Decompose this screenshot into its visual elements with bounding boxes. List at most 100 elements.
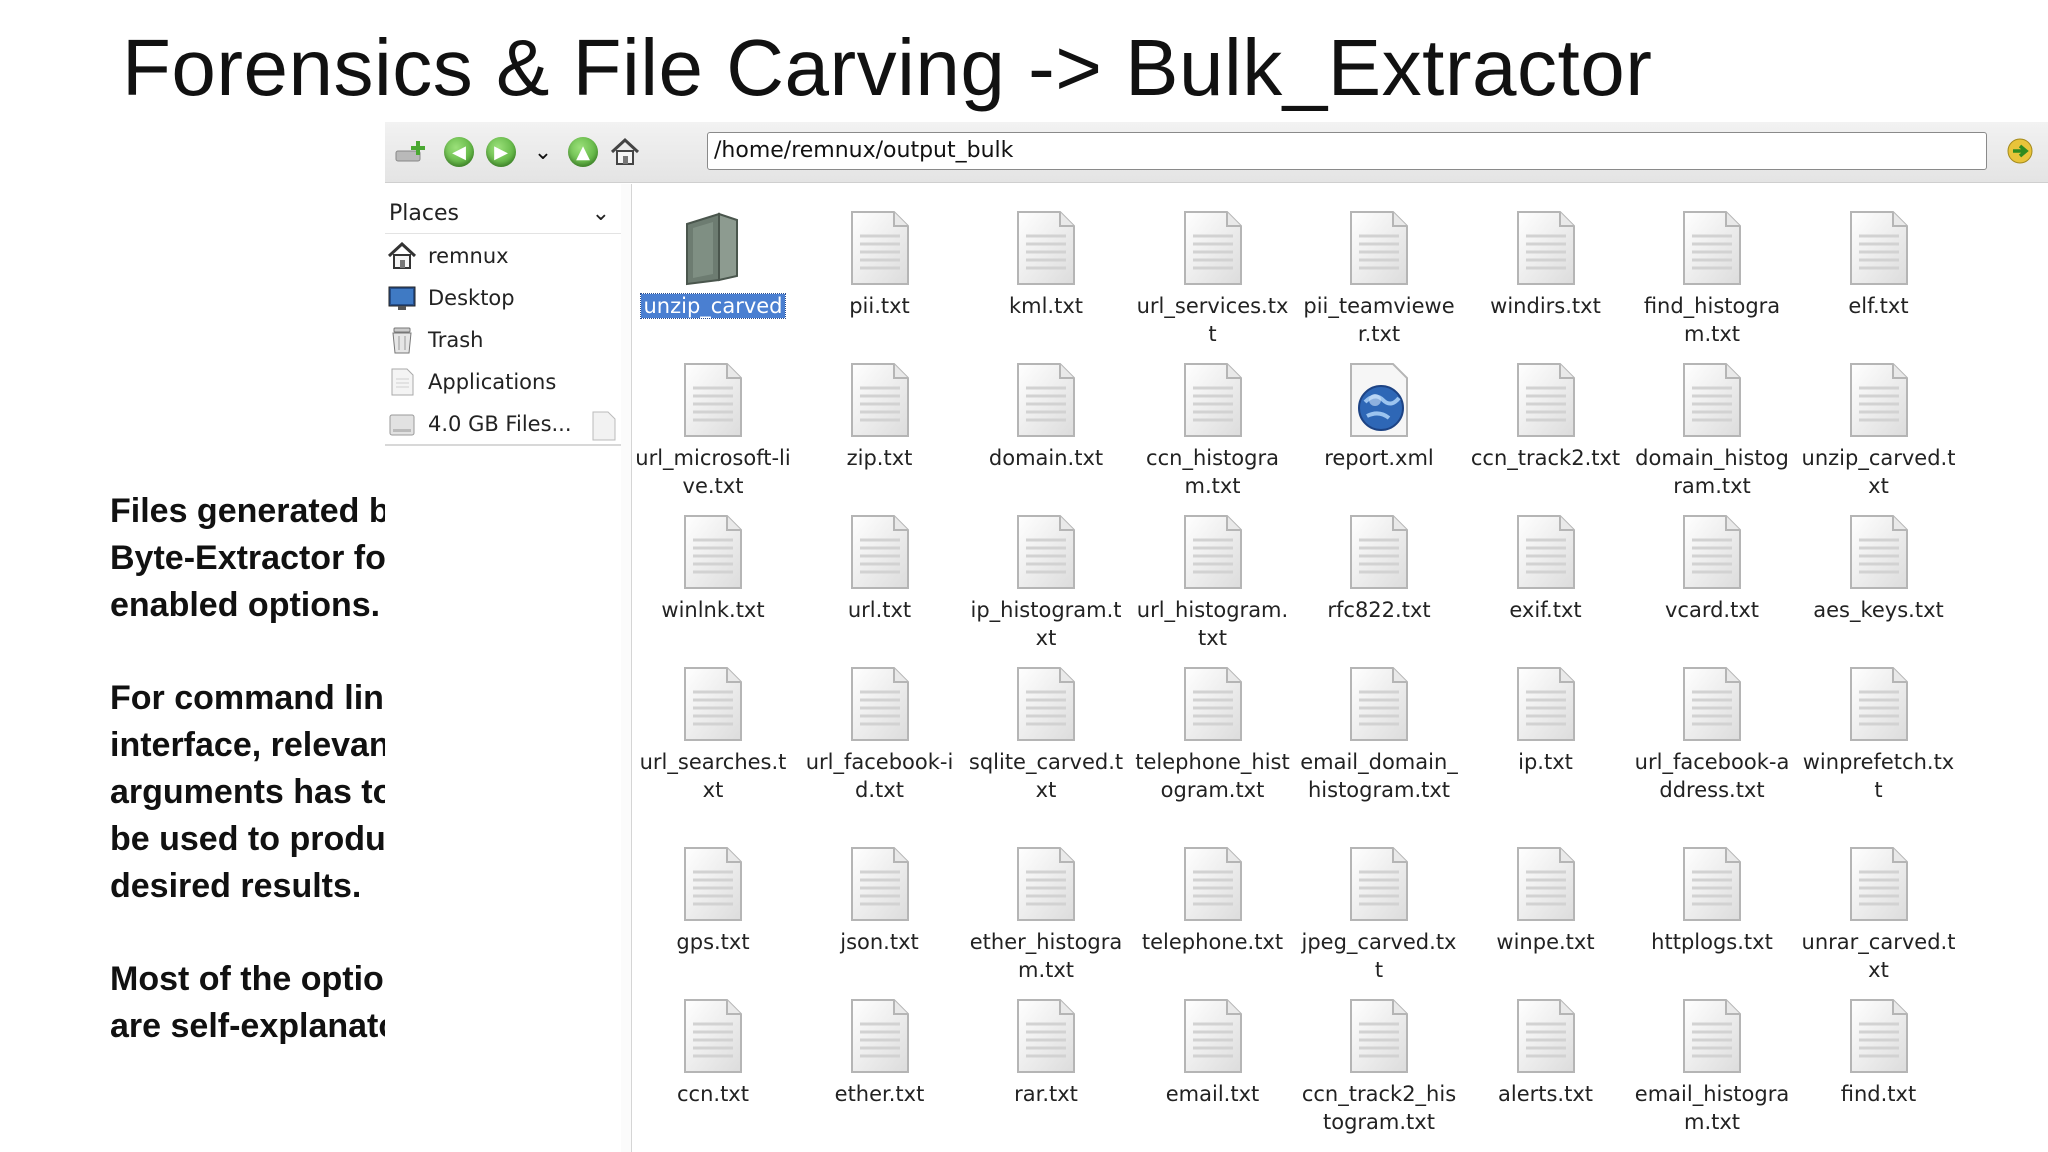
forward-icon[interactable]: ▶ xyxy=(483,134,519,170)
text-file-icon xyxy=(1849,846,1909,922)
file-item[interactable]: ip.txt xyxy=(1465,666,1627,776)
text-file-icon xyxy=(1516,998,1576,1074)
file-name: domain.txt xyxy=(988,446,1104,470)
folder-item[interactable]: unzip_carved xyxy=(632,210,794,320)
text-file-icon xyxy=(1516,210,1576,286)
file-item[interactable]: aes_keys.txt xyxy=(1798,514,1960,624)
file-name: url_searches.txt xyxy=(639,750,787,802)
text-file-icon xyxy=(683,846,743,922)
text-file-icon xyxy=(1849,666,1909,742)
file-item[interactable]: url_services.txt xyxy=(1132,210,1294,348)
file-name: ccn.txt xyxy=(677,1082,749,1106)
text-file-icon xyxy=(1349,210,1409,286)
file-name: httplogs.txt xyxy=(1651,930,1773,954)
text-file-icon xyxy=(850,514,910,590)
file-item[interactable]: domain_histogram.txt xyxy=(1631,362,1793,500)
file-item[interactable]: ether.txt xyxy=(799,998,961,1108)
sidebar-item-applications[interactable]: Applications xyxy=(385,362,622,402)
text-file-icon xyxy=(850,210,910,286)
file-item[interactable]: winpe.txt xyxy=(1465,846,1627,956)
sidebar-item-label: remnux xyxy=(428,244,509,268)
file-name: pii_teamviewer.txt xyxy=(1303,294,1455,346)
file-manager-window: ◀ ▶ ⌄ ▲ /home/remnux/output_bulk Places … xyxy=(385,122,2048,1152)
file-item[interactable]: kml.txt xyxy=(965,210,1127,320)
places-header[interactable]: Places ⌄ xyxy=(385,194,622,234)
file-item[interactable]: elf.txt xyxy=(1798,210,1960,320)
text-file-icon xyxy=(1183,998,1243,1074)
text-file-icon xyxy=(850,998,910,1074)
file-name: telephone.txt xyxy=(1141,930,1284,954)
go-icon[interactable] xyxy=(2005,136,2035,166)
file-item[interactable]: ccn_histogram.txt xyxy=(1132,362,1294,500)
file-item[interactable]: url_histogram.txt xyxy=(1132,514,1294,652)
sidebar-item-trash[interactable]: Trash xyxy=(385,320,622,360)
file-item[interactable]: telephone.txt xyxy=(1132,846,1294,956)
file-name: winpe.txt xyxy=(1496,930,1595,954)
file-item[interactable]: exif.txt xyxy=(1465,514,1627,624)
file-item[interactable]: pii_teamviewer.txt xyxy=(1298,210,1460,348)
history-dropdown-icon[interactable]: ⌄ xyxy=(525,134,561,170)
sidebar-item-desktop[interactable]: Desktop xyxy=(385,278,622,318)
file-item[interactable]: sqlite_carved.txt xyxy=(965,666,1127,804)
sidebar-item-drive[interactable]: 4.0 GB Files... xyxy=(385,404,622,444)
file-item[interactable]: find.txt xyxy=(1798,998,1960,1108)
file-item[interactable]: rfc822.txt xyxy=(1298,514,1460,624)
file-item[interactable]: rar.txt xyxy=(965,998,1127,1108)
sidebar-item-label: Desktop xyxy=(428,286,515,310)
file-item[interactable]: unzip_carved.txt xyxy=(1798,362,1960,500)
file-item[interactable]: domain.txt xyxy=(965,362,1127,472)
file-name: zip.txt xyxy=(846,446,913,470)
file-item[interactable]: zip.txt xyxy=(799,362,961,472)
file-item[interactable]: json.txt xyxy=(799,846,961,956)
file-item[interactable]: email.txt xyxy=(1132,998,1294,1108)
file-item[interactable]: email_domain_histogram.txt xyxy=(1298,666,1460,804)
file-item[interactable]: ccn.txt xyxy=(632,998,794,1108)
chevron-down-icon[interactable]: ⌄ xyxy=(592,194,610,234)
file-item[interactable]: url_microsoft-live.txt xyxy=(632,362,794,500)
eject-icon[interactable] xyxy=(590,410,618,442)
file-item[interactable]: httplogs.txt xyxy=(1631,846,1793,956)
file-item[interactable]: jpeg_carved.txt xyxy=(1298,846,1460,984)
file-item[interactable]: ether_histogram.txt xyxy=(965,846,1127,984)
text-file-icon xyxy=(1016,666,1076,742)
up-icon[interactable]: ▲ xyxy=(565,134,601,170)
text-file-icon xyxy=(1682,666,1742,742)
file-item[interactable]: url.txt xyxy=(799,514,961,624)
file-item[interactable]: gps.txt xyxy=(632,846,794,956)
file-item[interactable]: unrar_carved.txt xyxy=(1798,846,1960,984)
file-name: email_domain_histogram.txt xyxy=(1300,750,1458,802)
file-item[interactable]: email_histogram.txt xyxy=(1631,998,1793,1136)
file-item[interactable]: report.xml xyxy=(1298,362,1460,472)
file-item[interactable]: pii.txt xyxy=(799,210,961,320)
back-icon[interactable]: ◀ xyxy=(441,134,477,170)
sidebar-item-remnux[interactable]: remnux xyxy=(385,236,622,276)
text-file-icon xyxy=(1516,514,1576,590)
file-name: ccn_track2.txt xyxy=(1470,446,1621,470)
file-item[interactable]: vcard.txt xyxy=(1631,514,1793,624)
text-file-icon xyxy=(1183,514,1243,590)
file-item[interactable]: ccn_track2.txt xyxy=(1465,362,1627,472)
file-name: report.xml xyxy=(1324,446,1434,470)
text-file-icon xyxy=(1349,666,1409,742)
new-tab-icon[interactable] xyxy=(393,134,429,170)
file-item[interactable]: ccn_track2_histogram.txt xyxy=(1298,998,1460,1136)
file-item[interactable]: telephone_histogram.txt xyxy=(1132,666,1294,804)
text-file-icon xyxy=(1849,210,1909,286)
file-name: url_facebook-id.txt xyxy=(805,750,954,802)
file-item[interactable]: ip_histogram.txt xyxy=(965,514,1127,652)
home-icon xyxy=(387,241,417,270)
file-name: url_histogram.txt xyxy=(1136,598,1289,650)
home-icon[interactable] xyxy=(607,134,643,170)
pane-divider[interactable] xyxy=(621,184,632,1152)
text-file-icon xyxy=(1682,998,1742,1074)
file-item[interactable]: url_facebook-address.txt xyxy=(1631,666,1793,804)
file-item[interactable]: find_histogram.txt xyxy=(1631,210,1793,348)
file-item[interactable]: url_facebook-id.txt xyxy=(799,666,961,804)
file-item[interactable]: url_searches.txt xyxy=(632,666,794,804)
file-item[interactable]: winlnk.txt xyxy=(632,514,794,624)
file-name: telephone_histogram.txt xyxy=(1135,750,1290,802)
file-item[interactable]: alerts.txt xyxy=(1465,998,1627,1108)
file-item[interactable]: winprefetch.txt xyxy=(1798,666,1960,804)
file-item[interactable]: windirs.txt xyxy=(1465,210,1627,320)
address-bar[interactable]: /home/remnux/output_bulk xyxy=(707,132,1987,170)
